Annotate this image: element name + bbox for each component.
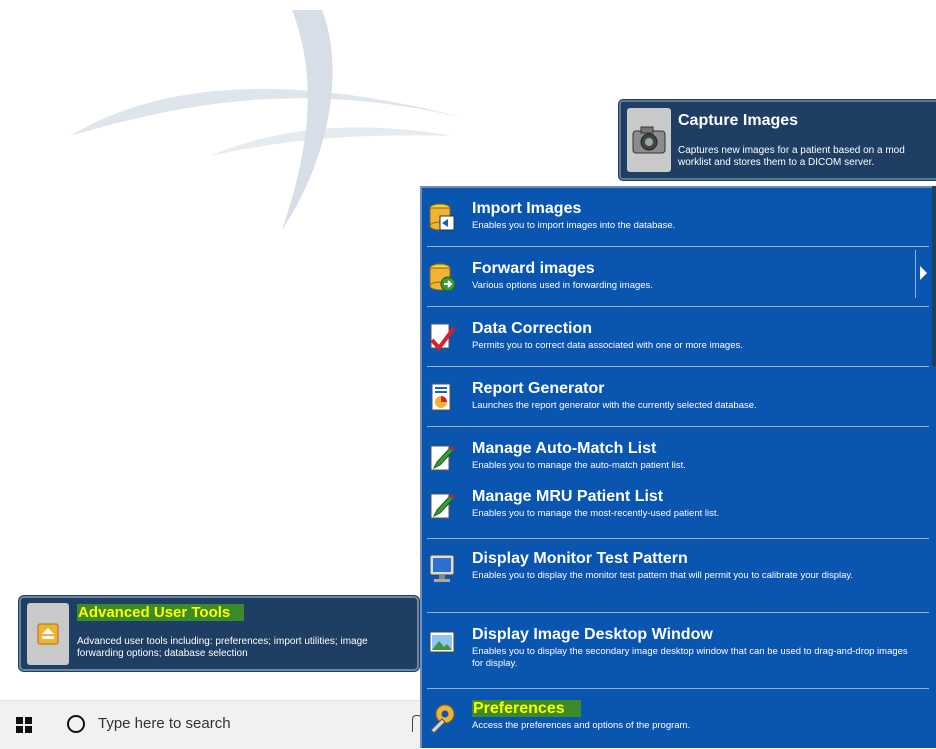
taskbar: Type here to search: [0, 700, 422, 749]
menu-item-description: Enables you to manage the most-recently-…: [472, 508, 720, 519]
menu-separator: [427, 246, 929, 247]
menu-item-display-monitor-test-pattern[interactable]: Display Monitor Test Pattern Enables you…: [422, 550, 912, 610]
menu-item-title: Data Correction: [472, 320, 593, 337]
menu-item-description: Enables you to import images into the da…: [472, 220, 676, 231]
menu-item-title: Preferences: [472, 700, 581, 718]
menu-item-title: Forward images: [472, 260, 595, 277]
menu-separator: [427, 426, 929, 427]
database-import-icon: [429, 203, 455, 231]
menu-separator: [427, 306, 929, 307]
utilities-menu: Import Images Enables you to import imag…: [420, 186, 936, 748]
capture-images-tile[interactable]: Capture Images Captures new images for a…: [619, 100, 936, 180]
report-chart-icon: [431, 383, 451, 411]
menu-item-import-images[interactable]: Import Images Enables you to import imag…: [422, 200, 912, 250]
menu-item-report-generator[interactable]: Report Generator Launches the report gen…: [422, 380, 912, 430]
menu-separator: [427, 366, 929, 367]
database-forward-icon: [429, 263, 456, 292]
menu-item-manage-mru-patient-list[interactable]: Manage MRU Patient List Enables you to m…: [422, 488, 912, 534]
advanced-user-tools-title: Advanced User Tools: [77, 604, 245, 621]
menu-item-title: Display Image Desktop Window: [472, 626, 713, 643]
menu-separator: [427, 538, 929, 539]
menu-item-data-correction[interactable]: Data Correction Permits you to correct d…: [422, 320, 912, 370]
edit-pencil-icon: [430, 493, 455, 519]
menu-item-title: Manage Auto-Match List: [472, 440, 657, 457]
menu-item-manage-auto-match-list[interactable]: Manage Auto-Match List Enables you to ma…: [422, 440, 912, 484]
edit-pencil-icon: [430, 445, 455, 471]
taskbar-search-input[interactable]: Type here to search: [98, 715, 231, 732]
camera-icon: [627, 108, 671, 172]
capture-images-description: Captures new images for a patient based …: [678, 145, 905, 169]
menu-item-description: Permits you to correct data associated w…: [472, 340, 743, 351]
logo-watermark: [70, 10, 465, 230]
capture-images-title: Capture Images: [678, 112, 799, 129]
preferences-title-text: Preferences: [472, 700, 581, 717]
submenu-arrow-icon[interactable]: [915, 250, 930, 298]
menu-item-description: Launches the report generator with the c…: [472, 400, 757, 411]
advanced-user-tools-tile[interactable]: Advanced User Tools Advanced user tools …: [19, 596, 419, 671]
background-panel-edge: [932, 186, 936, 366]
document-check-icon: [430, 323, 456, 352]
capture-images-description-text: Captures new images for a patient based …: [678, 145, 905, 168]
menu-item-title: Import Images: [472, 200, 582, 217]
menu-item-description: Various options used in forwarding image…: [472, 280, 653, 291]
menu-item-title: Display Monitor Test Pattern: [472, 550, 688, 567]
start-button[interactable]: [0, 701, 48, 749]
windows-logo-icon: [16, 717, 32, 733]
menu-separator: [427, 688, 929, 689]
image-window-icon: [429, 631, 455, 653]
menu-item-description: Enables you to display the secondary ima…: [472, 646, 908, 669]
menu-item-display-image-desktop-window[interactable]: Display Image Desktop Window Enables you…: [422, 626, 912, 686]
advanced-user-tools-description: Advanced user tools including: preferenc…: [77, 636, 368, 659]
menu-item-description: Enables you to manage the auto-match pat…: [472, 460, 686, 471]
menu-item-forward-images[interactable]: Forward images Various options used in f…: [422, 260, 912, 310]
monitor-icon: [429, 554, 455, 582]
menu-item-title: Manage MRU Patient List: [472, 488, 664, 505]
cortana-icon[interactable]: [67, 715, 85, 733]
menu-item-description: Access the preferences and options of th…: [472, 720, 691, 731]
folder-eject-icon: [27, 603, 69, 665]
menu-item-title: Report Generator: [472, 380, 605, 397]
menu-item-description: Enables you to display the monitor test …: [472, 570, 854, 581]
menu-item-preferences[interactable]: Preferences Access the preferences and o…: [422, 700, 912, 744]
menu-separator: [427, 612, 929, 613]
wrench-gear-icon: [430, 704, 455, 734]
